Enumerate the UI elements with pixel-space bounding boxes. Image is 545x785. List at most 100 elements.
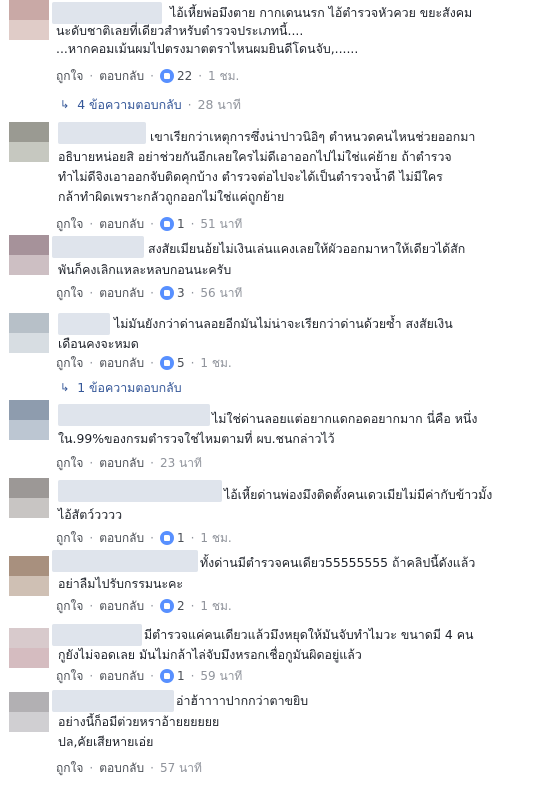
like-thumb-icon[interactable] [159, 599, 174, 613]
comment-timestamp[interactable]: 23 นาที [160, 455, 202, 471]
like-link[interactable]: ถูกใจ [56, 285, 83, 301]
comment-text-line: ไม่มันยังกว่าด่านลอยอีกมันไม่น่าจะเรียกว… [114, 316, 453, 331]
like-link[interactable]: ถูกใจ [56, 530, 83, 546]
comment-text-line: เดือนคงจะหมด [58, 336, 139, 351]
commenter-name[interactable] [52, 624, 142, 646]
reply-link[interactable]: ตอบกลับ [99, 216, 144, 232]
commenter-name[interactable] [52, 690, 174, 712]
comment-timestamp[interactable]: 59 นาที [200, 668, 242, 684]
like-count[interactable]: 5 [177, 355, 185, 371]
like-link[interactable]: ถูกใจ [56, 68, 83, 84]
commenter-name[interactable] [58, 480, 222, 502]
comment-text-line: ไอ้สัตว์วววว [58, 507, 123, 522]
avatar[interactable] [9, 313, 49, 353]
comment-actions: ถูกใจ · ตอบกลับ · 5 · 1 ชม. [56, 355, 232, 371]
reply-link[interactable]: ตอบกลับ [99, 68, 144, 84]
commenter-name[interactable] [52, 2, 162, 24]
comment-body: ไม่มันยังกว่าด่านลอยอีกมันไม่น่าจะเรียกว… [52, 311, 539, 377]
commenter-name[interactable] [58, 313, 110, 335]
like-count[interactable]: 2 [177, 598, 185, 614]
comment-text-line: ทำไม่ดีจิงเอาออกจับติดคุกบ้าง ตำรวจต่อไป… [58, 169, 443, 184]
comment-text-line: ทั้งด่านมีตำรวจคนเดียว55555555 ถ้าคลิปนี… [200, 555, 476, 570]
comment-body: ไอ้เหี้ยด่านพ่องมึงติดตั้งคนเดวเมียไม่มี… [52, 480, 539, 548]
comment-text-line: เขาเรียกว่าเหตุการซึ่งน่าปาวนิอิๆ ตำหนวด… [150, 129, 476, 144]
like-thumb-icon[interactable] [159, 356, 174, 370]
comment-text-line: นะดับชาติเลยที่เดียวสำหรับตำรวจประเภทนี้… [56, 23, 304, 38]
comment-text-line: กล้าทำผิดเพราะกลัวถูกออกไม่ใช่แค่ถูกย้าย [58, 189, 285, 204]
comment-actions: ถูกใจ · ตอบกลับ · 1 · 1 ชม. [56, 530, 232, 546]
like-link[interactable]: ถูกใจ [56, 355, 83, 371]
comment-actions: ถูกใจ · ตอบกลับ · 57 นาที [56, 760, 202, 776]
like-count[interactable]: 22 [177, 68, 192, 84]
comment-timestamp[interactable]: 1 ชม. [200, 598, 231, 614]
view-replies-link[interactable]: ↳ 1 ข้อความตอบกลับ [60, 380, 182, 396]
like-link[interactable]: ถูกใจ [56, 760, 83, 776]
comment-actions: ถูกใจ · ตอบกลับ · 3 · 56 นาที [56, 285, 243, 301]
comment-text-line: ไม่ใช่ด่านลอยแต่อยากแดกอดอยากมาก นี่คือ … [212, 411, 478, 426]
replies-count[interactable]: 1 ข้อความตอบกลับ [77, 380, 181, 396]
reply-link[interactable]: ตอบกลับ [99, 760, 144, 776]
comment-text-line: กูยังไม่จอดเลย มันไม่กล้าไล่จับมึงหรอกเช… [58, 647, 362, 662]
comment-timestamp[interactable]: 1 ชม. [200, 530, 231, 546]
comment-text-line: ใน.99%ของกรมตำรวจใช่ไหมตามที่ ผบ.ชนกล่าว… [58, 431, 335, 446]
comment-body: ไอ้เหี้ยพ่อมึงตาย กากเดนนรก ไอ้ตำรวจหัวค… [52, 2, 539, 84]
comment: ไอ้เหี้ยด่านพ่องมึงติดตั้งคนเดวเมียไม่มี… [0, 478, 545, 548]
comment: ไม่มันยังกว่าด่านลอยอีกมันไม่น่าจะเรียกว… [0, 311, 545, 377]
comment-text-line: ปล,คัยเสียหายเอ่ย [58, 734, 154, 749]
view-replies-link[interactable]: ↳ 4 ข้อความตอบกลับ · 28 นาที [60, 97, 241, 113]
comment-timestamp[interactable]: 51 นาที [200, 216, 242, 232]
like-thumb-icon[interactable] [159, 531, 174, 545]
avatar[interactable] [9, 122, 49, 162]
comment-timestamp[interactable]: 56 นาที [200, 285, 242, 301]
like-link[interactable]: ถูกใจ [56, 455, 83, 471]
avatar[interactable] [9, 692, 49, 732]
comment-body: มีตำรวจแค่คนเดียวแล้วมึงหยุดให้มันจับทำไ… [52, 624, 539, 688]
like-thumb-icon[interactable] [159, 286, 174, 300]
comment: สงสัยเมียนอ้ยไม่เงินเล่นแคงเลยให้ผัวออกม… [0, 232, 545, 302]
commenter-name[interactable] [52, 550, 198, 572]
avatar[interactable] [9, 628, 49, 668]
reply-link[interactable]: ตอบกลับ [99, 355, 144, 371]
comment-text-line: อธิบายหน่อยสิ อย่าช่วยกันอีกเลยใครไม่ดีเ… [58, 149, 452, 164]
comment: ไอ้เหี้ยพ่อมึงตาย กากเดนนรก ไอ้ตำรวจหัวค… [0, 0, 545, 90]
comment-timestamp[interactable]: 1 ชม. [200, 355, 231, 371]
like-link[interactable]: ถูกใจ [56, 668, 83, 684]
comment-body: อ่าฮ้าาาาปากกว่าตาขยิบ อย่างนี้ก็อมีต่วย… [52, 690, 539, 784]
comment-text-line: อย่าลืมไปรับกรรมนะคะ [58, 576, 184, 591]
like-count[interactable]: 3 [177, 285, 185, 301]
like-count[interactable]: 1 [177, 530, 185, 546]
comment-timestamp[interactable]: 57 นาที [160, 760, 202, 776]
reply-arrow-icon: ↳ [60, 381, 70, 394]
avatar[interactable] [9, 556, 49, 596]
commenter-name[interactable] [52, 236, 144, 258]
commenter-name[interactable] [58, 404, 210, 426]
like-link[interactable]: ถูกใจ [56, 216, 83, 232]
comment-actions: ถูกใจ · ตอบกลับ · 1 · 51 นาที [56, 216, 243, 232]
like-count[interactable]: 1 [177, 668, 185, 684]
replies-count[interactable]: 4 ข้อความตอบกลับ [77, 97, 181, 113]
comment-text-line: อย่างนี้ก็อมีต่วยหราอ้ายยยยยย [58, 714, 220, 729]
comment-timestamp[interactable]: 1 ชม. [208, 68, 239, 84]
avatar[interactable] [9, 400, 49, 440]
reply-link[interactable]: ตอบกลับ [99, 598, 144, 614]
reply-link[interactable]: ตอบกลับ [99, 668, 144, 684]
reply-link[interactable]: ตอบกลับ [99, 455, 144, 471]
like-thumb-icon[interactable] [159, 669, 174, 683]
comment-body: เขาเรียกว่าเหตุการซึ่งน่าปาวนิอิๆ ตำหนวด… [52, 122, 539, 231]
comment-text-line: สงสัยเมียนอ้ยไม่เงินเล่นแคงเลยให้ผัวออกม… [148, 241, 466, 256]
like-count[interactable]: 1 [177, 216, 185, 232]
avatar[interactable] [9, 235, 49, 275]
avatar[interactable] [9, 0, 49, 40]
like-thumb-icon[interactable] [159, 217, 174, 231]
reply-link[interactable]: ตอบกลับ [99, 530, 144, 546]
comment-actions: ถูกใจ · ตอบกลับ · 23 นาที [56, 455, 202, 471]
like-thumb-icon[interactable] [159, 69, 174, 83]
avatar[interactable] [9, 478, 49, 518]
commenter-name[interactable] [58, 122, 146, 144]
like-link[interactable]: ถูกใจ [56, 598, 83, 614]
comment-text-line: พันก็คงเลิกแหละหลบกอนนะครับ [58, 262, 232, 277]
reply-link[interactable]: ตอบกลับ [99, 285, 144, 301]
comment-actions: ถูกใจ · ตอบกลับ · 1 · 59 นาที [56, 668, 243, 684]
comment-text-line: มีตำรวจแค่คนเดียวแล้วมึงหยุดให้มันจับทำไ… [144, 627, 474, 642]
comment-text-line: ไอ้เหี้ยพ่อมึงตาย กากเดนนรก ไอ้ตำรวจหัวค… [170, 5, 473, 20]
